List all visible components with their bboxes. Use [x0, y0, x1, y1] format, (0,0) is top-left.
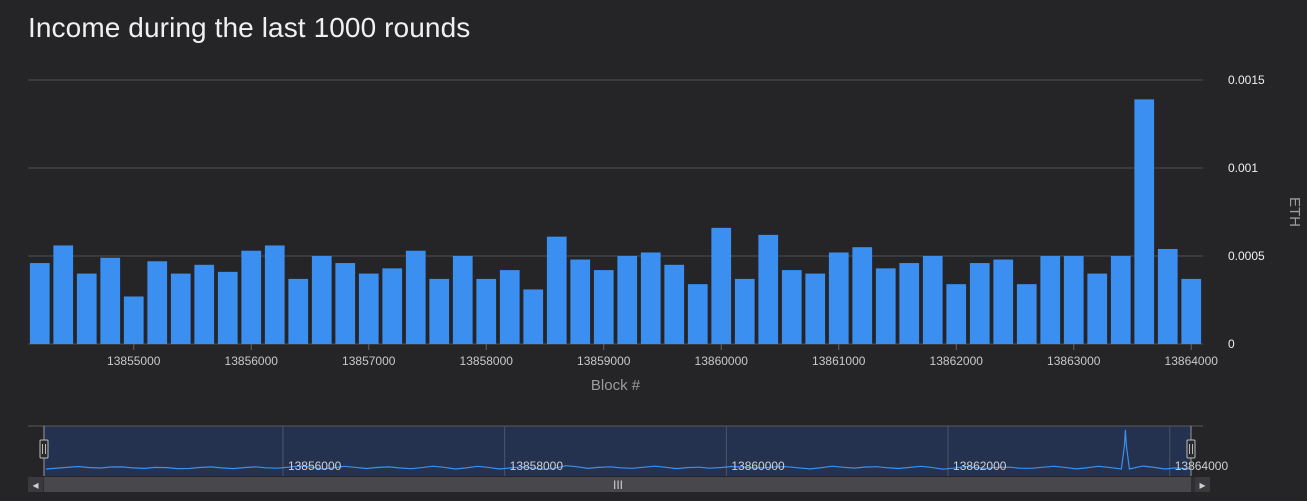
- x-tick-label: 13863000: [1047, 354, 1101, 368]
- bar[interactable]: [640, 252, 661, 344]
- bar[interactable]: [1110, 256, 1131, 344]
- bar[interactable]: [969, 263, 990, 344]
- bar[interactable]: [781, 270, 802, 344]
- bar[interactable]: [76, 273, 97, 344]
- x-tick-label: 13855000: [107, 354, 161, 368]
- bar[interactable]: [899, 263, 920, 344]
- x-axis-ticks: 13855000 13856000 13857000 13858000 13859000…: [107, 344, 1218, 368]
- bar[interactable]: [523, 289, 544, 344]
- y-tick-label: 0.0005: [1228, 249, 1265, 263]
- bar[interactable]: [1063, 256, 1084, 344]
- navigator-label: 13856000: [288, 459, 342, 473]
- y-axis-ticks: 0 0.0005 0.001 0.0015: [1228, 73, 1265, 351]
- bar[interactable]: [546, 236, 567, 344]
- bar[interactable]: [311, 256, 332, 344]
- handle-grip[interactable]: [1186, 439, 1196, 459]
- bar[interactable]: [711, 227, 732, 344]
- bar[interactable]: [194, 264, 215, 344]
- bar[interactable]: [382, 268, 403, 344]
- bar[interactable]: [358, 273, 379, 344]
- bar[interactable]: [828, 252, 849, 344]
- scroll-right-arrow-icon[interactable]: ▸: [1199, 478, 1205, 492]
- x-tick-label: 13861000: [812, 354, 866, 368]
- x-tick-label: 13859000: [577, 354, 631, 368]
- bar[interactable]: [123, 296, 144, 344]
- bar[interactable]: [1134, 99, 1155, 344]
- bar[interactable]: [429, 278, 450, 344]
- bar[interactable]: [29, 263, 50, 344]
- bar[interactable]: [499, 270, 520, 344]
- y-tick-label: 0.001: [1228, 161, 1258, 175]
- navigator-label: 13864000: [1175, 459, 1229, 473]
- bar[interactable]: [1181, 278, 1202, 344]
- income-chart: 0 0.0005 0.001 0.0015 13855000 13856000 13857…: [28, 73, 1303, 492]
- bar[interactable]: [570, 259, 591, 344]
- bar[interactable]: [217, 271, 238, 344]
- bar[interactable]: [476, 278, 497, 344]
- y-axis-title: ETH: [1286, 197, 1303, 227]
- x-tick-label: 13858000: [460, 354, 514, 368]
- navigator-label: 13858000: [510, 459, 564, 473]
- bar[interactable]: [734, 278, 755, 344]
- bar[interactable]: [593, 270, 614, 344]
- bar[interactable]: [875, 268, 896, 344]
- scrollbar-grip-icon: III: [613, 478, 623, 492]
- bar[interactable]: [1016, 284, 1037, 344]
- x-tick-label: 13856000: [225, 354, 279, 368]
- bar[interactable]: [241, 250, 262, 344]
- bar[interactable]: [170, 273, 191, 344]
- bar[interactable]: [805, 273, 826, 344]
- bar[interactable]: [147, 261, 168, 344]
- x-tick-label: 13864000: [1165, 354, 1219, 368]
- bar[interactable]: [405, 250, 426, 344]
- navigator: 13856000 13858000 13860000 13862000 13864000: [28, 425, 1229, 476]
- scrollbar[interactable]: III ◂ ▸: [28, 477, 1210, 492]
- x-tick-label: 13857000: [342, 354, 396, 368]
- bar[interactable]: [264, 245, 285, 344]
- bar[interactable]: [53, 245, 74, 344]
- bar[interactable]: [288, 278, 309, 344]
- bar[interactable]: [664, 264, 685, 344]
- bar[interactable]: [946, 284, 967, 344]
- bar-series: [29, 99, 1202, 344]
- bar[interactable]: [1087, 273, 1108, 344]
- bar[interactable]: [687, 284, 708, 344]
- x-tick-label: 13860000: [695, 354, 749, 368]
- y-tick-label: 0.0015: [1228, 73, 1265, 87]
- y-tick-label: 0: [1228, 337, 1235, 351]
- scroll-left-arrow-icon[interactable]: ◂: [32, 478, 38, 492]
- bar[interactable]: [922, 256, 943, 344]
- bar[interactable]: [335, 263, 356, 344]
- bar[interactable]: [758, 234, 779, 344]
- navigator-label: 13862000: [953, 459, 1007, 473]
- bar[interactable]: [1040, 256, 1061, 344]
- x-axis-title: Block #: [591, 377, 641, 394]
- bar[interactable]: [852, 247, 873, 344]
- x-tick-label: 13862000: [930, 354, 984, 368]
- bar[interactable]: [1157, 248, 1178, 344]
- navigator-label: 13860000: [731, 459, 785, 473]
- bar[interactable]: [100, 257, 121, 344]
- handle-grip[interactable]: [39, 439, 49, 459]
- bar[interactable]: [452, 256, 473, 344]
- bar[interactable]: [993, 259, 1014, 344]
- bar[interactable]: [617, 256, 638, 344]
